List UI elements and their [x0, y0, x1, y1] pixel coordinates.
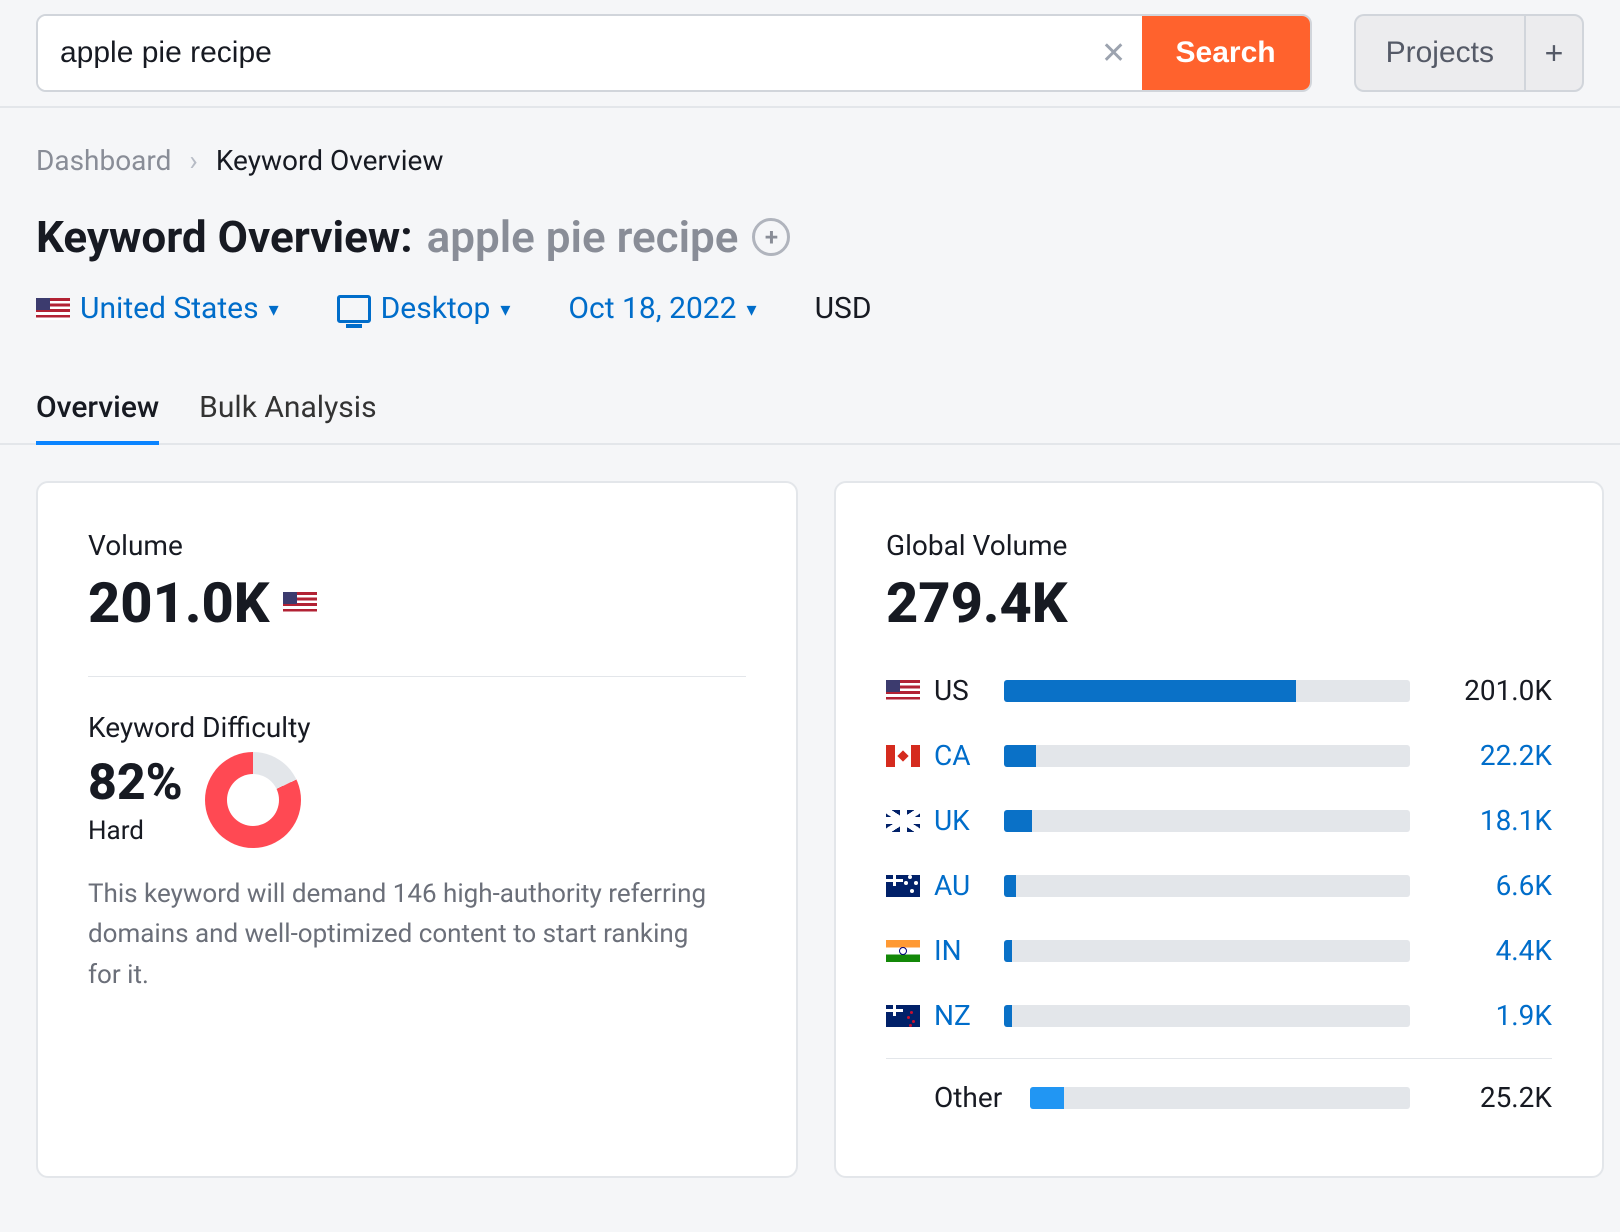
breadcrumb-dashboard[interactable]: Dashboard: [36, 144, 171, 177]
volume-card: Volume 201.0K Keyword Difficulty 82% Har…: [36, 481, 798, 1178]
global-volume-list: US 201.0K CA 22.2K UK 18.1K AU 6.6K IN 4.4K NZ 1.9K: [886, 658, 1552, 1048]
add-keyword-button[interactable]: +: [752, 218, 790, 256]
header-area: Dashboard › Keyword Overview Keyword Ove…: [0, 108, 1620, 338]
clear-search-button[interactable]: ✕: [1086, 16, 1142, 90]
currency-label: USD: [815, 291, 872, 326]
card-divider: [88, 676, 746, 677]
plus-icon: +: [765, 223, 778, 251]
chevron-down-icon: ▾: [500, 297, 510, 321]
country-filter-label: United States: [80, 291, 259, 326]
breadcrumb-current: Keyword Overview: [216, 144, 444, 177]
volume-value-row: 201.0K: [88, 570, 746, 636]
page-title: Keyword Overview: apple pie recipe +: [36, 211, 1584, 263]
breadcrumb: Dashboard › Keyword Overview: [36, 144, 1584, 177]
country-code: CA: [934, 739, 990, 772]
country-code: NZ: [934, 999, 990, 1032]
global-volume-row-in[interactable]: IN 4.4K: [886, 918, 1552, 983]
us-flag-icon: [283, 592, 317, 614]
bar-fill: [1030, 1087, 1064, 1109]
country-filter[interactable]: United States ▾: [36, 291, 279, 326]
difficulty-explain: This keyword will demand 146 high-author…: [88, 874, 708, 995]
chevron-down-icon: ▾: [747, 297, 757, 321]
global-other-value: 25.2K: [1424, 1081, 1552, 1114]
close-icon: ✕: [1101, 36, 1126, 71]
date-filter-label: Oct 18, 2022: [568, 291, 736, 326]
date-filter[interactable]: Oct 18, 2022 ▾: [568, 291, 756, 326]
projects-button[interactable]: Projects: [1354, 14, 1524, 92]
global-volume-row-us[interactable]: US 201.0K: [886, 658, 1552, 723]
us-flag-icon: [886, 680, 920, 702]
ca-flag-icon: [886, 745, 920, 767]
uk-flag-icon: [886, 810, 920, 832]
difficulty-rating: Hard: [88, 816, 183, 846]
country-volume: 6.6K: [1424, 869, 1552, 902]
au-flag-icon: [886, 875, 920, 897]
global-volume-value: 279.4K: [886, 570, 1067, 636]
desktop-icon: [337, 295, 371, 323]
volume-label: Volume: [88, 529, 746, 562]
difficulty-label: Keyword Difficulty: [88, 711, 746, 744]
global-list-divider: [886, 1058, 1552, 1059]
filters-row: United States ▾ Desktop ▾ Oct 18, 2022 ▾…: [36, 291, 1584, 326]
volume-value: 201.0K: [88, 570, 269, 636]
difficulty-percent: 82%: [88, 754, 183, 812]
global-other-bar: [1030, 1087, 1410, 1109]
nz-flag-icon: [886, 1005, 920, 1027]
page-title-keyword: apple pie recipe: [427, 211, 739, 263]
projects-group: Projects +: [1354, 14, 1584, 92]
country-code: IN: [934, 934, 990, 967]
country-volume: 4.4K: [1424, 934, 1552, 967]
tab-bulk-analysis[interactable]: Bulk Analysis: [199, 390, 376, 445]
volume-bar: [1004, 875, 1410, 897]
volume-bar: [1004, 810, 1410, 832]
bar-fill: [1004, 810, 1032, 832]
page-title-prefix: Keyword Overview:: [36, 211, 413, 263]
global-other-code: Other: [934, 1081, 1016, 1114]
global-volume-label: Global Volume: [886, 529, 1552, 562]
chevron-down-icon: ▾: [269, 297, 279, 321]
global-volume-row-nz[interactable]: NZ 1.9K: [886, 983, 1552, 1048]
bar-fill: [1004, 875, 1016, 897]
global-volume-row-uk[interactable]: UK 18.1K: [886, 788, 1552, 853]
tab-overview[interactable]: Overview: [36, 390, 159, 445]
global-volume-row-other: Other 25.2K: [886, 1065, 1552, 1130]
search-input[interactable]: [38, 16, 1086, 90]
in-flag-icon: [886, 940, 920, 962]
country-code: US: [934, 674, 990, 707]
difficulty-row: 82% Hard: [88, 752, 746, 848]
bar-fill: [1004, 745, 1036, 767]
add-project-button[interactable]: +: [1524, 14, 1584, 92]
plus-icon: +: [1545, 35, 1564, 72]
us-flag-icon: [36, 298, 70, 320]
country-volume: 201.0K: [1424, 674, 1552, 707]
volume-bar: [1004, 940, 1410, 962]
country-volume: 18.1K: [1424, 804, 1552, 837]
tabs: Overview Bulk Analysis: [0, 390, 1620, 445]
global-volume-total: 279.4K: [886, 570, 1552, 636]
difficulty-donut: [205, 752, 301, 848]
volume-bar: [1004, 1005, 1410, 1027]
country-code: AU: [934, 869, 990, 902]
volume-bar: [1004, 680, 1410, 702]
country-code: UK: [934, 804, 990, 837]
chevron-right-icon: ›: [189, 144, 197, 177]
bar-fill: [1004, 940, 1012, 962]
global-volume-card: Global Volume 279.4K US 201.0K CA 22.2K UK 18…: [834, 481, 1604, 1178]
bar-fill: [1004, 1005, 1012, 1027]
global-volume-row-au[interactable]: AU 6.6K: [886, 853, 1552, 918]
search-group: ✕ Search: [36, 14, 1312, 92]
cards-row: Volume 201.0K Keyword Difficulty 82% Har…: [0, 445, 1620, 1214]
country-volume: 22.2K: [1424, 739, 1552, 772]
bar-fill: [1004, 680, 1296, 702]
topbar: ✕ Search Projects +: [0, 0, 1620, 106]
difficulty-text-col: 82% Hard: [88, 754, 183, 846]
search-button[interactable]: Search: [1142, 16, 1310, 90]
volume-bar: [1004, 745, 1410, 767]
country-volume: 1.9K: [1424, 999, 1552, 1032]
donut-chart-icon: [205, 752, 301, 848]
global-volume-row-ca[interactable]: CA 22.2K: [886, 723, 1552, 788]
device-filter[interactable]: Desktop ▾: [337, 291, 511, 326]
device-filter-label: Desktop: [381, 291, 491, 326]
